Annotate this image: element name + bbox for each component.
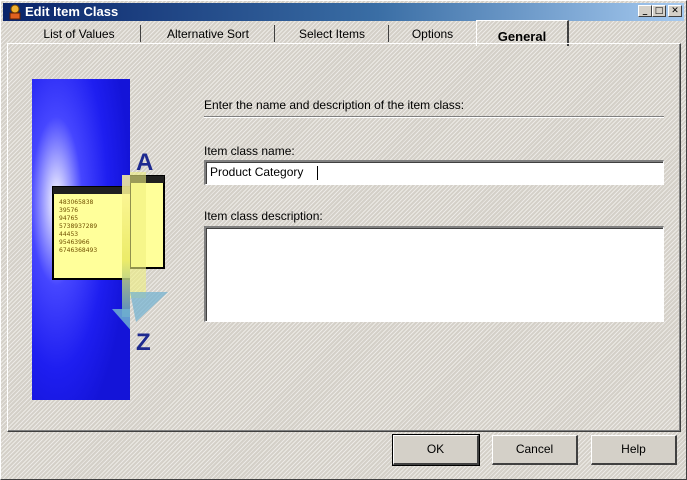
minimize-button[interactable]: _ (638, 5, 652, 17)
tab-select-items[interactable]: Select Items (275, 22, 389, 44)
tab-label: Alternative Sort (166, 27, 250, 41)
text-caret (317, 166, 318, 180)
edit-item-class-dialog: Edit Item Class _ □ ✕ List of Values Alt… (0, 0, 687, 480)
separator-highlight (204, 117, 664, 118)
number-row: 95463966 (59, 239, 90, 246)
item-class-description-input[interactable] (204, 226, 664, 322)
tab-label: General (497, 29, 547, 44)
cancel-label: Cancel (515, 442, 554, 456)
title-bar[interactable]: Edit Item Class _ □ ✕ (3, 3, 684, 21)
item-class-description-label: Item class description: (204, 209, 323, 223)
help-button[interactable]: Help (591, 435, 677, 465)
tab-options[interactable]: Options (389, 22, 476, 44)
close-button[interactable]: ✕ (668, 5, 682, 17)
help-label: Help (621, 442, 646, 456)
tab-label: List of Values (43, 27, 115, 41)
item-class-name-input[interactable]: Product Category (204, 160, 664, 185)
maximize-button[interactable]: □ (652, 5, 666, 17)
sort-arrow-overflow: A Z (130, 152, 168, 352)
instruction-text: Enter the name and description of the it… (204, 98, 465, 112)
number-row: 5738937289 (59, 223, 97, 230)
window-title: Edit Item Class (25, 4, 119, 19)
ok-button[interactable]: OK (392, 434, 480, 466)
tab-label: Select Items (298, 27, 366, 41)
item-class-name-value: Product Category (210, 165, 304, 179)
tab-alternative-sort[interactable]: Alternative Sort (141, 22, 275, 44)
tab-label: Options (411, 27, 454, 41)
letter-z: Z (136, 329, 151, 352)
number-row: 44453 (59, 231, 78, 238)
number-row: 94765 (59, 215, 78, 222)
item-class-name-label: Item class name: (204, 144, 295, 158)
minimize-icon: _ (642, 6, 648, 16)
dialog-body: List of Values Alternative Sort Select I… (3, 20, 684, 477)
tab-list-of-values[interactable]: List of Values (17, 22, 141, 44)
close-icon: ✕ (671, 6, 679, 16)
ok-label: OK (426, 442, 445, 456)
maximize-icon: □ (654, 6, 664, 16)
number-row: 6746368493 (59, 247, 97, 254)
sort-illustration: A 483065838 39576 94765 5738937289 44453… (32, 79, 130, 400)
number-row: 483065838 (59, 199, 94, 206)
cancel-button[interactable]: Cancel (492, 435, 578, 465)
number-row: 39576 (59, 207, 78, 214)
item-class-icon (9, 4, 21, 20)
